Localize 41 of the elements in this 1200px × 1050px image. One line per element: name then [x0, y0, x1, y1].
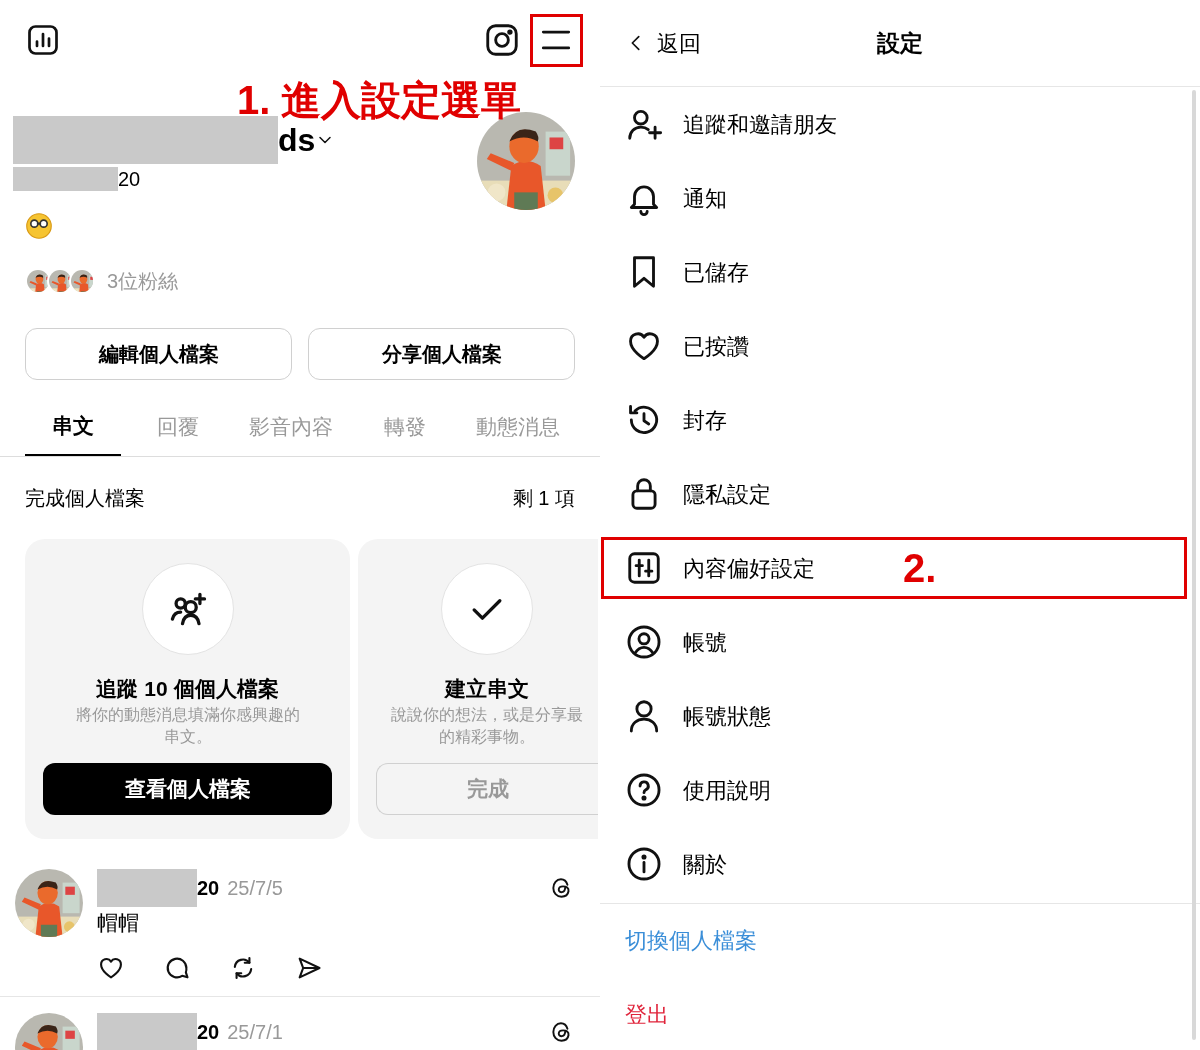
help-icon	[625, 771, 663, 809]
settings-item[interactable]: 已儲存	[600, 235, 1200, 309]
card-title: 建立串文	[445, 675, 529, 702]
settings-item[interactable]: 關於	[600, 827, 1200, 901]
settings-item[interactable]: 隱私設定	[600, 457, 1200, 531]
card-description: 說說你的想法，或是分享最 的精彩事物。	[391, 705, 583, 747]
annotation-text: 2.	[903, 548, 937, 588]
annotation-box	[530, 14, 583, 67]
remaining-count: 剩 1 項	[512, 485, 575, 511]
settings-item[interactable]: 使用說明	[600, 753, 1200, 827]
card-description: 將你的動態消息填滿你感興趣的 串文。	[75, 705, 300, 747]
card-button[interactable]: 查看個人檔案	[43, 762, 332, 815]
profile-button[interactable]: 編輯個人檔案	[25, 328, 292, 380]
camera-icon[interactable]	[483, 21, 521, 59]
info-icon	[625, 845, 663, 883]
post-author: 20	[197, 875, 220, 901]
bar-chart-icon[interactable]	[25, 22, 61, 58]
profile-tab[interactable]: 串文	[25, 400, 121, 456]
post-author: 20	[197, 1020, 220, 1045]
account-circle-icon	[625, 623, 663, 661]
settings-item[interactable]: 通知	[600, 161, 1200, 235]
profile-handle: 20	[118, 167, 141, 192]
glasses-face-icon	[25, 212, 53, 240]
profile-name: ds	[278, 124, 316, 156]
annotation-text: 1. 進入設定選單	[237, 80, 522, 120]
section-title: 完成個人檔案	[25, 485, 145, 511]
post-date: 25/7/5	[227, 875, 283, 901]
settings-item[interactable]: 封存	[600, 383, 1200, 457]
follower-count: 3位粉絲	[107, 269, 179, 294]
settings-item[interactable]: 帳號	[600, 605, 1200, 679]
post-text: 帽帽	[97, 909, 140, 936]
sliders-icon	[625, 549, 663, 587]
settings-item[interactable]: 追蹤和邀請朋友	[600, 87, 1200, 161]
settings-title: 設定	[877, 28, 923, 58]
settings-link[interactable]: 登出	[600, 978, 1200, 1050]
settings-item[interactable]: 已按讚	[600, 309, 1200, 383]
post-date: 25/7/1	[227, 1020, 283, 1045]
back-button[interactable]: 返回	[625, 26, 701, 60]
card-title: 追蹤 10 個個人檔案	[96, 675, 279, 702]
settings-item[interactable]: 帳號狀態	[600, 679, 1200, 753]
profile-button[interactable]: 分享個人檔案	[308, 328, 575, 380]
